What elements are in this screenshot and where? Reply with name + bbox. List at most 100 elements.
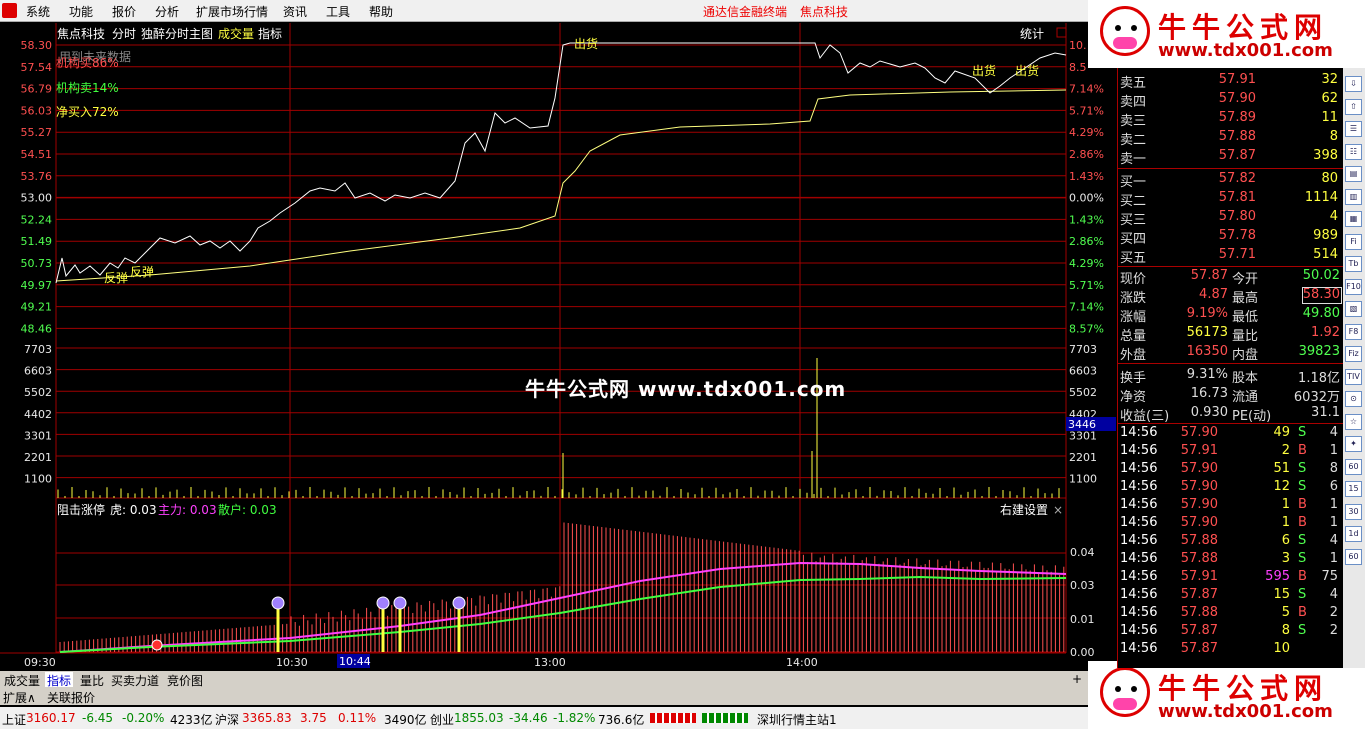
side-tool-icon[interactable]: 30 bbox=[1345, 503, 1362, 520]
side-tool-icon[interactable]: ⇧ bbox=[1345, 98, 1362, 115]
sz-name[interactable]: 沪深 bbox=[215, 711, 239, 728]
pct-tick: 2.86% bbox=[1069, 148, 1104, 161]
side-tool-icon[interactable]: ☆ bbox=[1345, 413, 1362, 430]
tick-time: 14:56 bbox=[1120, 461, 1158, 476]
menu-function[interactable]: 功能 bbox=[69, 3, 93, 20]
menu-system[interactable]: 系统 bbox=[26, 3, 50, 20]
quote-label: 涨幅 bbox=[1120, 310, 1147, 325]
server-name[interactable]: 深圳行情主站1 bbox=[757, 711, 837, 728]
side-tool-icon[interactable]: Fi bbox=[1345, 233, 1362, 250]
quote-value: 6032万 bbox=[1293, 390, 1340, 405]
sub-tick: 0.00 bbox=[1070, 646, 1095, 659]
price-tick: 50.73 bbox=[21, 257, 53, 270]
tab-indicator[interactable]: 指标 bbox=[45, 672, 74, 688]
bid-volume: 1114 bbox=[1304, 190, 1338, 205]
bid-price: 57.78 bbox=[1218, 228, 1256, 243]
menu-extended-market[interactable]: 扩展市场行情 bbox=[196, 3, 268, 20]
tick-side: S bbox=[1298, 533, 1307, 548]
net-buy-label: 净买入72% bbox=[56, 105, 119, 119]
sub-setting-button[interactable]: 右建设置 bbox=[1000, 502, 1048, 517]
tick-price: 57.90 bbox=[1180, 425, 1218, 440]
tick-time: 14:56 bbox=[1120, 497, 1158, 512]
sub-close-icon[interactable]: × bbox=[1053, 503, 1063, 517]
quote-label: 量比 bbox=[1232, 329, 1259, 344]
intraday-chart[interactable]: 58.30 57.54 56.79 56.03 55.27 54.51 53.76 53.00… bbox=[0, 23, 1117, 671]
side-tool-icon[interactable]: TIV bbox=[1345, 368, 1362, 385]
side-tool-icon[interactable]: 15 bbox=[1345, 481, 1362, 497]
chart-area[interactable]: 58.30 57.54 56.79 56.03 55.27 54.51 53.76 53.00… bbox=[0, 23, 1117, 671]
side-tool-icon[interactable]: 1d bbox=[1345, 526, 1362, 542]
chart-header-mode[interactable]: 分时 bbox=[112, 27, 136, 41]
related-quote-tab[interactable]: 关联报价 bbox=[47, 689, 95, 706]
quote-value: 4.87 bbox=[1199, 287, 1228, 302]
tick-count: 2 bbox=[1329, 623, 1338, 638]
ask-price: 57.88 bbox=[1218, 129, 1256, 144]
side-tool-icon[interactable]: ✦ bbox=[1345, 436, 1362, 452]
quote-label: 最低 bbox=[1232, 310, 1259, 325]
ask-volume: 32 bbox=[1321, 72, 1338, 87]
ad-banner-top[interactable]: 牛牛公式网 www.tdx001.com bbox=[1088, 0, 1365, 68]
side-tool-icon[interactable]: F10 bbox=[1345, 278, 1362, 295]
tab-buy-sell-power[interactable]: 买卖力道 bbox=[109, 672, 161, 688]
expand-button[interactable]: 扩展∧ bbox=[3, 689, 36, 706]
side-tool-icon[interactable]: ☷ bbox=[1345, 143, 1362, 160]
side-tool-icon[interactable]: ▧ bbox=[1345, 301, 1362, 317]
price-axis: 58.30 57.54 56.79 56.03 55.27 54.51 53.76 53.00… bbox=[21, 39, 53, 335]
ad-url-2: www.tdx001.com bbox=[1158, 701, 1333, 722]
menu-quote[interactable]: 报价 bbox=[112, 3, 136, 20]
maximize-icon[interactable] bbox=[1056, 27, 1067, 38]
side-tool-icon[interactable]: F8 bbox=[1345, 323, 1362, 340]
side-tool-icon[interactable]: ⊙ bbox=[1345, 391, 1362, 407]
menu-news[interactable]: 资讯 bbox=[283, 3, 307, 20]
stat-button[interactable]: 统计 bbox=[1020, 27, 1044, 41]
add-tab-button[interactable]: + bbox=[1070, 672, 1084, 687]
tab-auction[interactable]: 竞价图 bbox=[165, 672, 205, 688]
side-tool-icon[interactable]: ☰ bbox=[1345, 121, 1362, 137]
tick-time: 14:56 bbox=[1120, 443, 1158, 458]
out-label-2: 出货 bbox=[1015, 63, 1039, 78]
side-tool-icon[interactable]: 60 bbox=[1345, 458, 1362, 475]
sh-name[interactable]: 上证 bbox=[2, 711, 26, 728]
menu-help[interactable]: 帮助 bbox=[369, 3, 393, 20]
bid-volume: 514 bbox=[1313, 247, 1338, 262]
chart-header-formula[interactable]: 独醉分时主图 bbox=[141, 26, 213, 41]
volume-tick: 5502 bbox=[24, 386, 52, 399]
pct-tick: 10. bbox=[1069, 39, 1087, 52]
side-tool-icon[interactable]: ⇩ bbox=[1345, 76, 1362, 92]
tick-volume: 51 bbox=[1273, 461, 1290, 476]
chart-header-volume[interactable]: 成交量 bbox=[218, 26, 254, 41]
bid-label: 买五 bbox=[1120, 251, 1147, 266]
tick-price: 57.91 bbox=[1180, 569, 1218, 584]
tick-time: 14:56 bbox=[1120, 515, 1158, 530]
tick-price: 57.87 bbox=[1180, 623, 1218, 638]
bid-label: 买三 bbox=[1120, 213, 1147, 228]
sz-percent: 0.11% bbox=[338, 711, 377, 725]
tick-count: 1 bbox=[1329, 515, 1338, 530]
chart-header-indicator[interactable]: 指标 bbox=[258, 26, 282, 41]
pct-tick: 7.14% bbox=[1069, 83, 1104, 96]
tab-volume-ratio[interactable]: 量比 bbox=[78, 672, 106, 688]
menu-analysis[interactable]: 分析 bbox=[155, 3, 179, 20]
side-tool-icon[interactable]: ▦ bbox=[1345, 211, 1362, 227]
quote-value: 0.930 bbox=[1190, 405, 1228, 420]
menu-tools[interactable]: 工具 bbox=[326, 3, 350, 20]
pct-tick: 2.86% bbox=[1069, 235, 1104, 248]
side-tool-icon[interactable]: 60 bbox=[1345, 548, 1362, 565]
tab-volume[interactable]: 成交量 bbox=[2, 672, 42, 688]
time-tick: 13:00 bbox=[534, 656, 566, 669]
side-tool-icon[interactable]: Fiz bbox=[1345, 346, 1362, 362]
bottom-tabs: 成交量 指标 量比 买卖力道 竞价图 + bbox=[0, 671, 1088, 688]
chart-grid bbox=[0, 23, 1067, 654]
side-tool-icon[interactable]: ▥ bbox=[1345, 188, 1362, 205]
side-tool-icon[interactable]: Tb bbox=[1345, 256, 1362, 272]
quote-label: 涨跌 bbox=[1120, 291, 1147, 306]
ad-banner-bottom[interactable]: 牛牛公式网 www.tdx001.com bbox=[1088, 661, 1365, 729]
tick-time: 14:56 bbox=[1120, 641, 1158, 656]
cy-name[interactable]: 创业 bbox=[430, 711, 454, 728]
pct-tick: 8.57% bbox=[1069, 322, 1104, 335]
price-line bbox=[55, 42, 1067, 284]
out-label-1: 出货 bbox=[972, 63, 996, 78]
cow-logo-icon bbox=[1100, 6, 1150, 56]
side-tool-icon[interactable]: ▤ bbox=[1345, 166, 1362, 182]
sub-sanhu-value: 散户: 0.03 bbox=[218, 502, 277, 517]
